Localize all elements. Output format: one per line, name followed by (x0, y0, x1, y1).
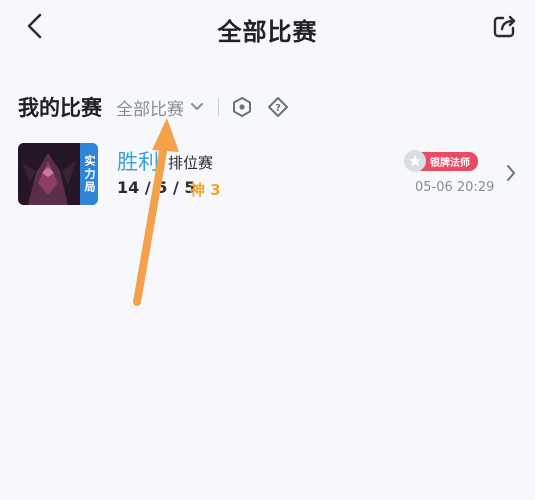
match-history-page: 全部比赛 我的比赛 全部比赛 ? 实力局 胜利 排位赛 14 / 5 / 5 神… (0, 0, 535, 500)
filter-label: 全部比赛 (116, 99, 184, 120)
mvp-label: 神 3 (190, 181, 221, 199)
chevron-down-icon (190, 102, 204, 112)
hexagon-button[interactable] (229, 94, 255, 120)
queue-type: 排位赛 (168, 154, 214, 172)
chevron-right-icon[interactable] (503, 162, 519, 184)
star-icon (404, 150, 426, 172)
hexagon-icon (233, 97, 251, 117)
share-icon (493, 15, 516, 38)
section-title: 我的比赛 (18, 96, 102, 120)
hero-avatar: 实力局 (18, 143, 98, 205)
mode-tag: 实力局 (80, 143, 98, 205)
rank-badge: 银牌法师 (404, 150, 478, 172)
kda-stats: 14 / 5 / 5 (117, 178, 196, 197)
page-title: 全部比赛 (217, 18, 318, 46)
help-button[interactable]: ? (265, 94, 291, 120)
badge-label: 银牌法师 (420, 151, 478, 171)
question-diamond-icon: ? (268, 97, 288, 117)
annotation-arrow-icon (133, 118, 179, 306)
divider (218, 98, 219, 116)
share-button[interactable] (489, 10, 521, 42)
section-header: 我的比赛 全部比赛 ? (18, 92, 291, 122)
match-list-item[interactable]: 实力局 胜利 排位赛 14 / 5 / 5 神 3 银牌法师 05-06 20:… (18, 140, 523, 206)
hero-portrait-image (18, 143, 80, 205)
match-time: 05-06 20:29 (415, 180, 495, 195)
match-filter-dropdown[interactable]: 全部比赛 (116, 95, 204, 120)
match-result: 胜利 (117, 150, 159, 174)
svg-text:?: ? (275, 103, 281, 114)
